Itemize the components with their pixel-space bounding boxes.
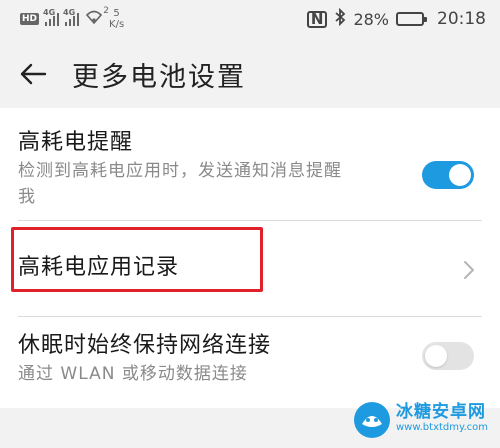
app-header: 更多电池设置 (0, 38, 500, 110)
setting-subtitle-line1: 检测到高耗电应用时，发送通知消息提醒 (18, 161, 342, 181)
watermark-name: 冰糖安卓网 (396, 402, 486, 422)
bluetooth-icon (334, 7, 346, 30)
status-right: N 28% 20:18 (306, 7, 486, 30)
hd-badge: HD (20, 13, 40, 25)
setting-title: 休眠时始终保持网络连接 (18, 333, 272, 358)
nfc-icon: N (306, 10, 328, 28)
wifi-superscript: 2 (103, 6, 110, 16)
battery-icon (396, 12, 427, 26)
page-title: 更多电池设置 (72, 61, 246, 93)
setting-subtitle-line2: 我 (18, 187, 36, 207)
toggle-knob (449, 164, 471, 186)
signal-sim2-icon: 4G (63, 8, 80, 26)
clock-time: 20:18 (437, 9, 486, 29)
setting-high-power-reminder[interactable]: 高耗电提醒 检测到高耗电应用时，发送通知消息提醒 我 (0, 118, 500, 218)
chevron-right-icon (464, 261, 474, 279)
back-arrow-icon[interactable] (16, 57, 50, 91)
wifi-icon: 2 (85, 6, 109, 29)
toggle-knob (425, 345, 447, 367)
watermark-text: 冰糖安卓网 www.btxtdmy.com (396, 404, 488, 436)
watermark-url: www.btxtdmy.com (396, 422, 489, 433)
status-bar: HD 4G 4G 2 5 K/s N 28% 20:18 (0, 0, 500, 38)
sim2-label: 4G (63, 8, 76, 17)
network-speed: 5 K/s (109, 8, 124, 30)
signal-sim1-icon: 4G (43, 8, 60, 26)
status-left: HD 4G 4G 2 5 K/s (20, 6, 124, 30)
watermark: 冰糖安卓网 www.btxtdmy.com (352, 398, 492, 442)
speed-value: 5 (113, 8, 120, 19)
setting-keep-network-sleep[interactable]: 休眠时始终保持网络连接 通过 WLAN 或移动数据连接 (0, 317, 500, 408)
setting-title: 高耗电提醒 (18, 130, 134, 155)
sim1-label: 4G (43, 8, 56, 17)
battery-percent: 28% (353, 9, 389, 29)
highlight-box (11, 227, 263, 292)
high-power-reminder-toggle[interactable] (422, 161, 474, 189)
setting-subtitle: 通过 WLAN 或移动数据连接 (18, 364, 248, 384)
keep-network-toggle[interactable] (422, 342, 474, 370)
setting-subtitle: 检测到高耗电应用时，发送通知消息提醒 我 (18, 158, 418, 210)
watermark-logo-icon (354, 402, 390, 438)
speed-unit: K/s (109, 19, 125, 30)
